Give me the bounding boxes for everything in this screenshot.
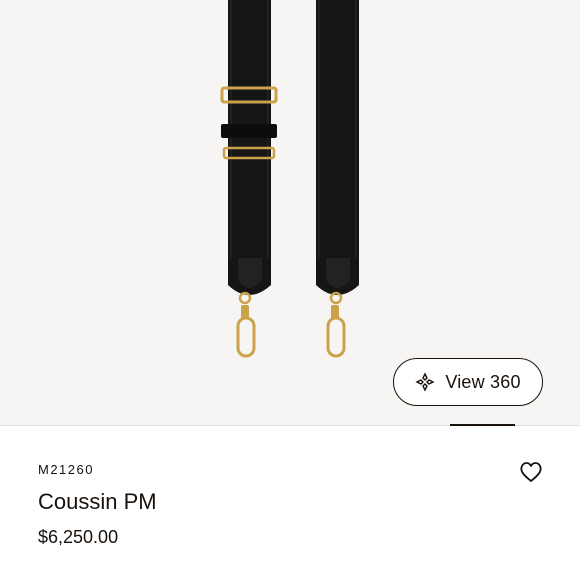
- view-360-label: View 360: [445, 371, 521, 392]
- view-360-button[interactable]: View 360: [393, 358, 543, 406]
- left-strap: [220, 0, 278, 358]
- rotate-3d-icon: [415, 372, 435, 392]
- right-strap: [316, 0, 359, 358]
- product-name: Coussin PM: [38, 489, 157, 514]
- image-carousel-indicator: [450, 424, 515, 426]
- product-price: $6,250.00: [38, 527, 119, 547]
- product-image-area[interactable]: View 360: [0, 0, 580, 425]
- heart-icon: [520, 462, 542, 482]
- product-sku: M21260: [38, 462, 94, 477]
- wishlist-button[interactable]: [518, 459, 544, 485]
